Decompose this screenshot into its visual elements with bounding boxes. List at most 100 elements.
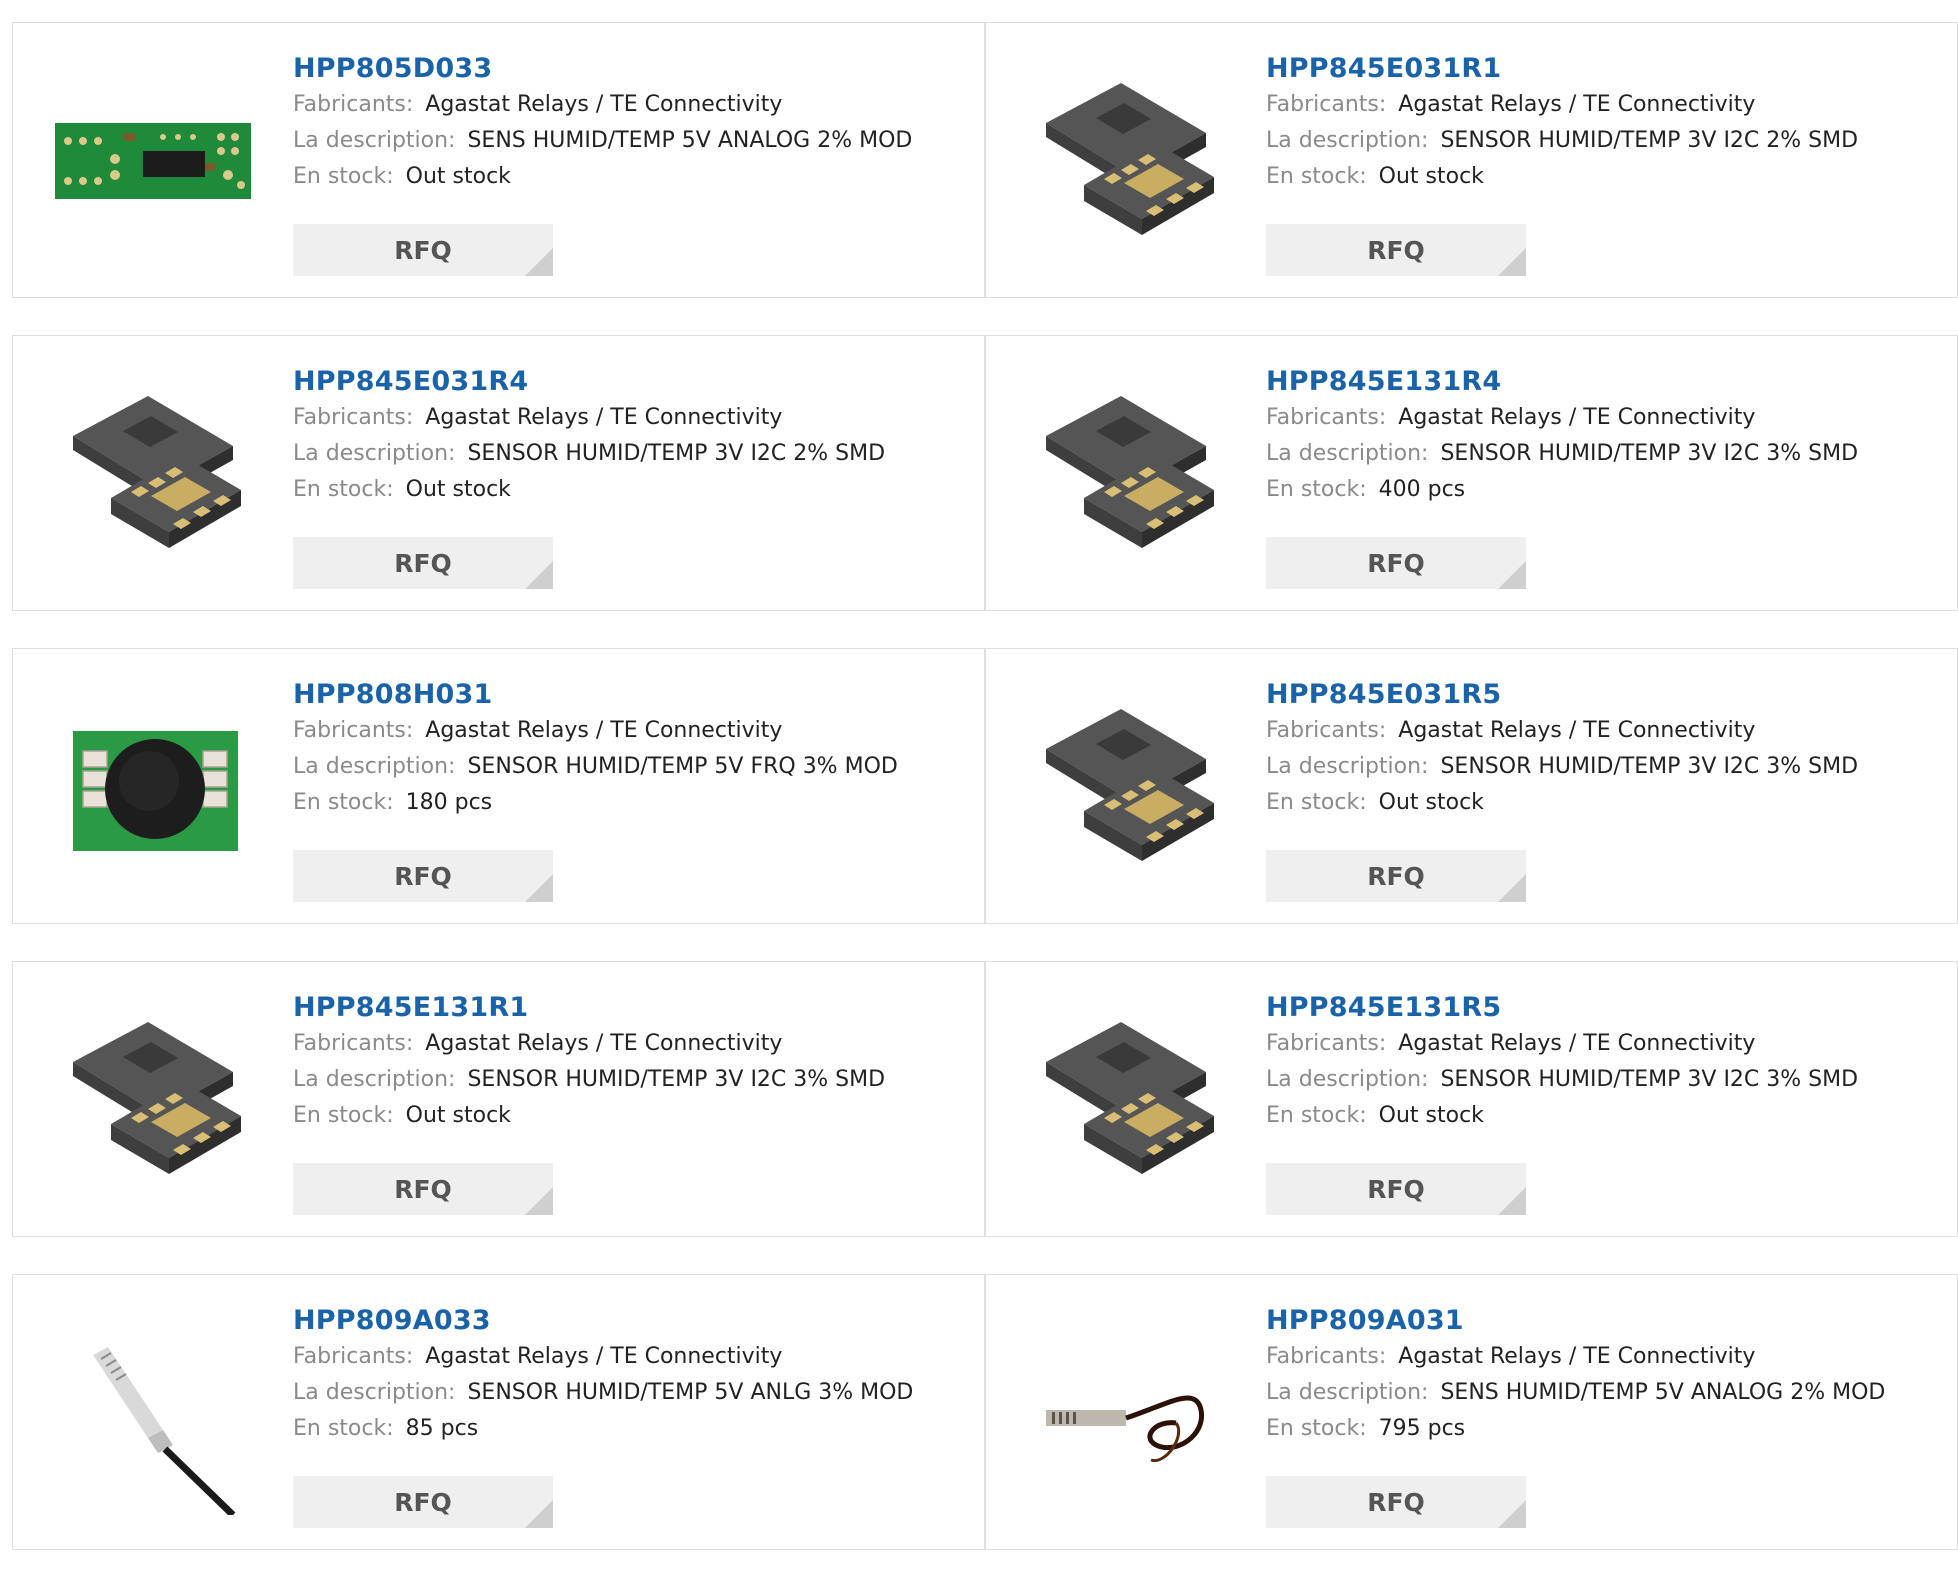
rfq-label: RFQ [1367, 548, 1425, 578]
rfq-button[interactable]: RFQ [293, 1476, 553, 1528]
manufacturer-line: Fabricants: Agastat Relays / TE Connectiv… [1266, 1339, 1885, 1375]
product-image[interactable] [1023, 999, 1228, 1204]
manufacturer-line: Fabricants: Agastat Relays / TE Connectiv… [1266, 400, 1858, 436]
stock-value: Out stock [1378, 164, 1484, 189]
description-line: La description: SENS HUMID/TEMP 5V ANALOG… [1266, 1375, 1885, 1411]
product-image[interactable] [1023, 686, 1228, 891]
stock-value: 795 pcs [1378, 1416, 1466, 1441]
product-info: HPP845E031R5 Fabricants: Agastat Relays /… [1266, 677, 1858, 821]
manufacturer-line: Fabricants: Agastat Relays / TE Connectiv… [293, 713, 898, 749]
manufacturer-line: Fabricants: Agastat Relays / TE Connectiv… [293, 87, 912, 123]
description-value: SENSOR HUMID/TEMP 3V I2C 3% SMD [1440, 1067, 1859, 1092]
rfq-button[interactable]: RFQ [1266, 224, 1526, 276]
product-image[interactable] [50, 686, 255, 891]
stock-value: 180 pcs [405, 790, 493, 815]
product-card: HPP845E031R4 Fabricants: Agastat Relays /… [12, 335, 985, 611]
stock-value: 85 pcs [405, 1416, 479, 1441]
stock-label: En stock: [1266, 477, 1367, 502]
description-line: La description: SENSOR HUMID/TEMP 3V I2C … [1266, 749, 1858, 785]
product-card: HPP845E131R5 Fabricants: Agastat Relays /… [985, 961, 1958, 1237]
description-label: La description: [1266, 754, 1429, 779]
description-value: SENSOR HUMID/TEMP 3V I2C 2% SMD [1440, 128, 1859, 153]
product-info: HPP845E131R5 Fabricants: Agastat Relays /… [1266, 990, 1858, 1134]
rfq-button[interactable]: RFQ [293, 850, 553, 902]
stock-label: En stock: [293, 790, 394, 815]
manufacturer-value: Agastat Relays / TE Connectivity [425, 92, 783, 117]
description-label: La description: [293, 128, 456, 153]
corner-triangle-icon [525, 1187, 553, 1215]
part-number-link[interactable]: HPP805D033 [293, 51, 912, 87]
part-number-link[interactable]: HPP845E131R5 [1266, 990, 1858, 1026]
rfq-button[interactable]: RFQ [1266, 1163, 1526, 1215]
description-label: La description: [293, 1067, 456, 1092]
description-value: SENS HUMID/TEMP 5V ANALOG 2% MOD [1440, 1380, 1886, 1405]
product-image[interactable] [50, 1312, 255, 1517]
manufacturer-label: Fabricants: [1266, 718, 1387, 743]
manufacturer-value: Agastat Relays / TE Connectivity [1398, 92, 1756, 117]
smd-chip-icon [1026, 376, 1226, 576]
stock-value: Out stock [1378, 790, 1484, 815]
rfq-label: RFQ [394, 235, 452, 265]
corner-triangle-icon [525, 1500, 553, 1528]
rfq-label: RFQ [1367, 1174, 1425, 1204]
part-number-link[interactable]: HPP809A033 [293, 1303, 913, 1339]
stock-label: En stock: [1266, 790, 1367, 815]
corner-triangle-icon [525, 248, 553, 276]
description-line: La description: SENS HUMID/TEMP 5V ANALOG… [293, 123, 912, 159]
description-value: SENSOR HUMID/TEMP 5V ANLG 3% MOD [467, 1380, 914, 1405]
product-image[interactable] [50, 373, 255, 578]
product-row: HPP845E131R1 Fabricants: Agastat Relays /… [12, 961, 1958, 1237]
part-number-link[interactable]: HPP808H031 [293, 677, 898, 713]
smd-chip-icon [1026, 1002, 1226, 1202]
rfq-label: RFQ [1367, 235, 1425, 265]
part-number-link[interactable]: HPP809A031 [1266, 1303, 1885, 1339]
probe-coil-icon [1026, 1315, 1226, 1515]
rfq-label: RFQ [394, 548, 452, 578]
description-label: La description: [1266, 1380, 1429, 1405]
product-row: HPP805D033 Fabricants: Agastat Relays / T… [12, 22, 1958, 298]
product-image[interactable] [1023, 1312, 1228, 1517]
rfq-label: RFQ [394, 1174, 452, 1204]
description-value: SENSOR HUMID/TEMP 5V FRQ 3% MOD [467, 754, 898, 779]
product-image[interactable] [1023, 373, 1228, 578]
pcb-round-sensor-icon [53, 689, 253, 889]
rfq-button[interactable]: RFQ [293, 1163, 553, 1215]
description-label: La description: [1266, 128, 1429, 153]
part-number-link[interactable]: HPP845E131R1 [293, 990, 885, 1026]
manufacturer-value: Agastat Relays / TE Connectivity [425, 405, 783, 430]
rfq-label: RFQ [394, 861, 452, 891]
product-card: HPP808H031 Fabricants: Agastat Relays / T… [12, 648, 985, 924]
part-number-link[interactable]: HPP845E131R4 [1266, 364, 1858, 400]
manufacturer-value: Agastat Relays / TE Connectivity [425, 1344, 783, 1369]
corner-triangle-icon [525, 561, 553, 589]
part-number-link[interactable]: HPP845E031R5 [1266, 677, 1858, 713]
manufacturer-value: Agastat Relays / TE Connectivity [1398, 1344, 1756, 1369]
description-value: SENSOR HUMID/TEMP 3V I2C 2% SMD [467, 441, 886, 466]
description-label: La description: [293, 441, 456, 466]
rfq-button[interactable]: RFQ [293, 224, 553, 276]
stock-line: En stock: 400 pcs [1266, 472, 1858, 508]
rfq-button[interactable]: RFQ [1266, 537, 1526, 589]
manufacturer-label: Fabricants: [293, 718, 414, 743]
stock-label: En stock: [1266, 1416, 1367, 1441]
part-number-link[interactable]: HPP845E031R4 [293, 364, 885, 400]
description-line: La description: SENSOR HUMID/TEMP 3V I2C … [1266, 436, 1858, 472]
product-image[interactable] [50, 999, 255, 1204]
pcb-module-icon [53, 63, 253, 263]
stock-line: En stock: Out stock [293, 472, 885, 508]
product-card: HPP845E031R5 Fabricants: Agastat Relays /… [985, 648, 1958, 924]
stock-value: 400 pcs [1378, 477, 1466, 502]
product-card: HPP845E131R1 Fabricants: Agastat Relays /… [12, 961, 985, 1237]
rfq-label: RFQ [1367, 861, 1425, 891]
part-number-link[interactable]: HPP845E031R1 [1266, 51, 1858, 87]
description-line: La description: SENSOR HUMID/TEMP 5V FRQ … [293, 749, 898, 785]
product-image[interactable] [1023, 60, 1228, 265]
manufacturer-line: Fabricants: Agastat Relays / TE Connectiv… [1266, 87, 1858, 123]
rfq-button[interactable]: RFQ [1266, 1476, 1526, 1528]
product-image[interactable] [50, 60, 255, 265]
stock-line: En stock: 180 pcs [293, 785, 898, 821]
rfq-button[interactable]: RFQ [1266, 850, 1526, 902]
description-line: La description: SENSOR HUMID/TEMP 3V I2C … [293, 1062, 885, 1098]
rfq-button[interactable]: RFQ [293, 537, 553, 589]
description-label: La description: [1266, 441, 1429, 466]
